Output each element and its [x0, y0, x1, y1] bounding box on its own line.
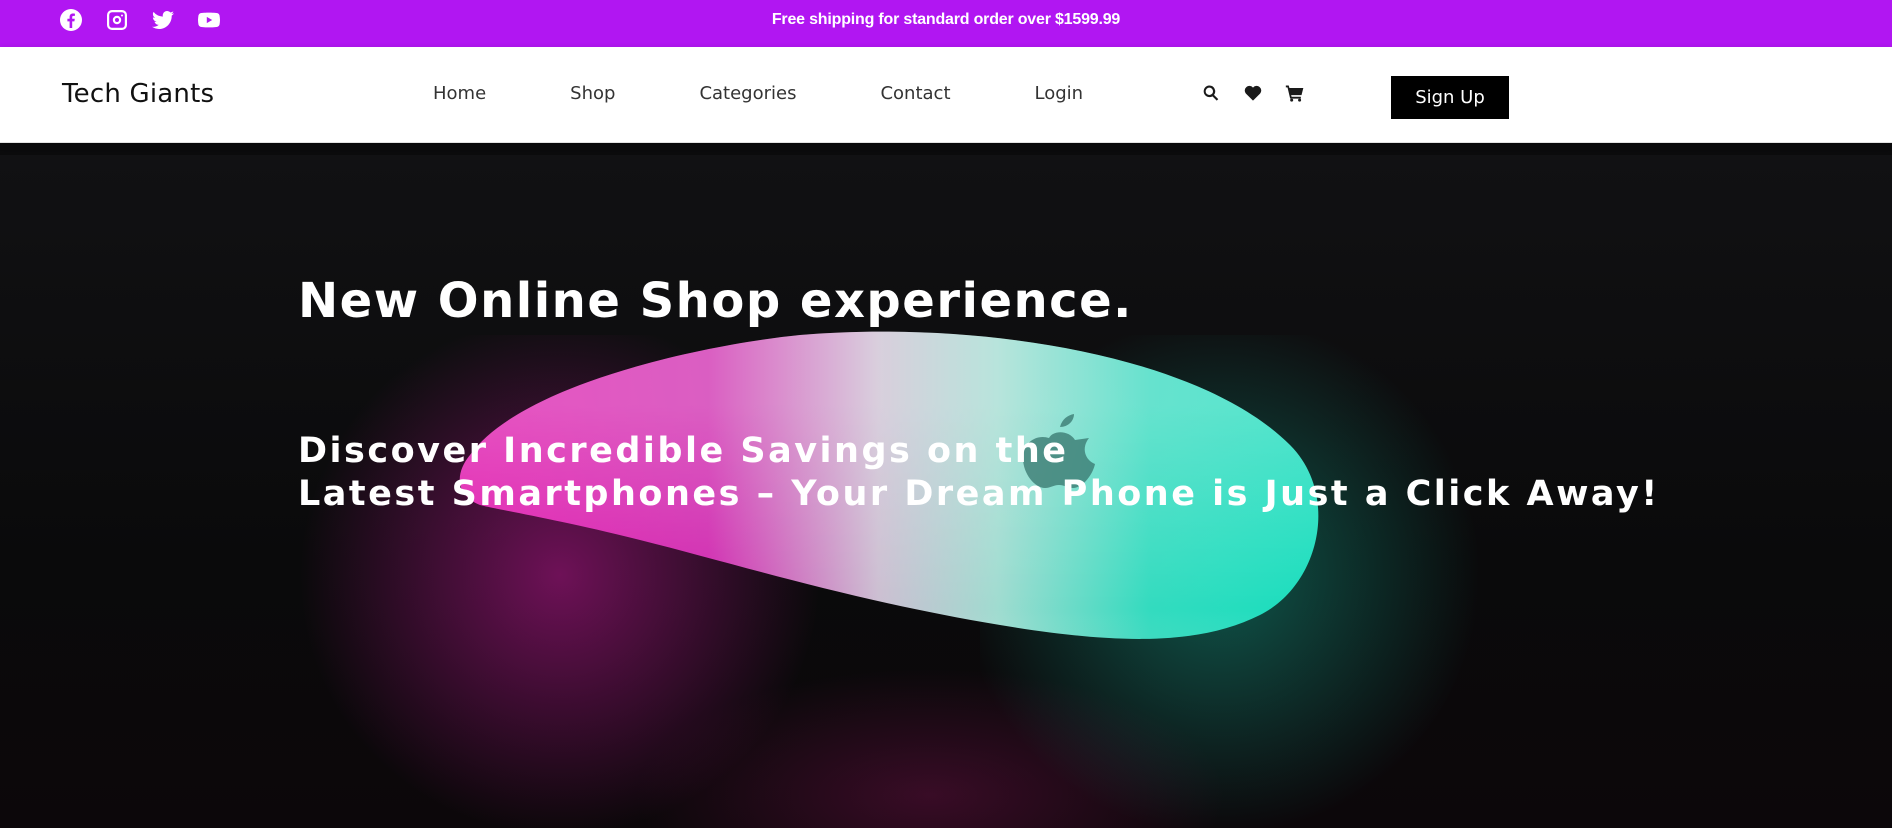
heart-icon[interactable]	[1243, 83, 1263, 103]
hero-subtitle-line-2: Latest Smartphones – Your Dream Phone is…	[298, 474, 1660, 514]
hero-title: New Online Shop experience.	[298, 273, 1133, 329]
hero-section: New Online Shop experience. Discover Inc…	[0, 155, 1892, 828]
nav-categories[interactable]: Categories	[699, 83, 796, 104]
main-nav: Home Shop Categories Contact Login	[433, 83, 1083, 104]
signup-button[interactable]: Sign Up	[1391, 76, 1509, 119]
cart-icon[interactable]	[1285, 83, 1305, 103]
nav-contact[interactable]: Contact	[880, 83, 950, 104]
brand-logo[interactable]: Tech Giants	[62, 79, 214, 109]
hero-subtitle: Discover Incredible Savings on the Lates…	[298, 430, 1660, 516]
header-icons	[1201, 83, 1305, 103]
search-icon[interactable]	[1201, 83, 1221, 103]
nav-login[interactable]: Login	[1035, 83, 1084, 104]
announcement-bar: Free shipping for standard order over $1…	[0, 0, 1892, 47]
nav-home[interactable]: Home	[433, 83, 486, 104]
hero-subtitle-line-1: Discover Incredible Savings on the	[298, 431, 1069, 471]
nav-shop[interactable]: Shop	[570, 83, 615, 104]
shipping-notice: Free shipping for standard order over $1…	[771, 11, 1121, 28]
site-header: Tech Giants Home Shop Categories Contact…	[0, 47, 1892, 143]
